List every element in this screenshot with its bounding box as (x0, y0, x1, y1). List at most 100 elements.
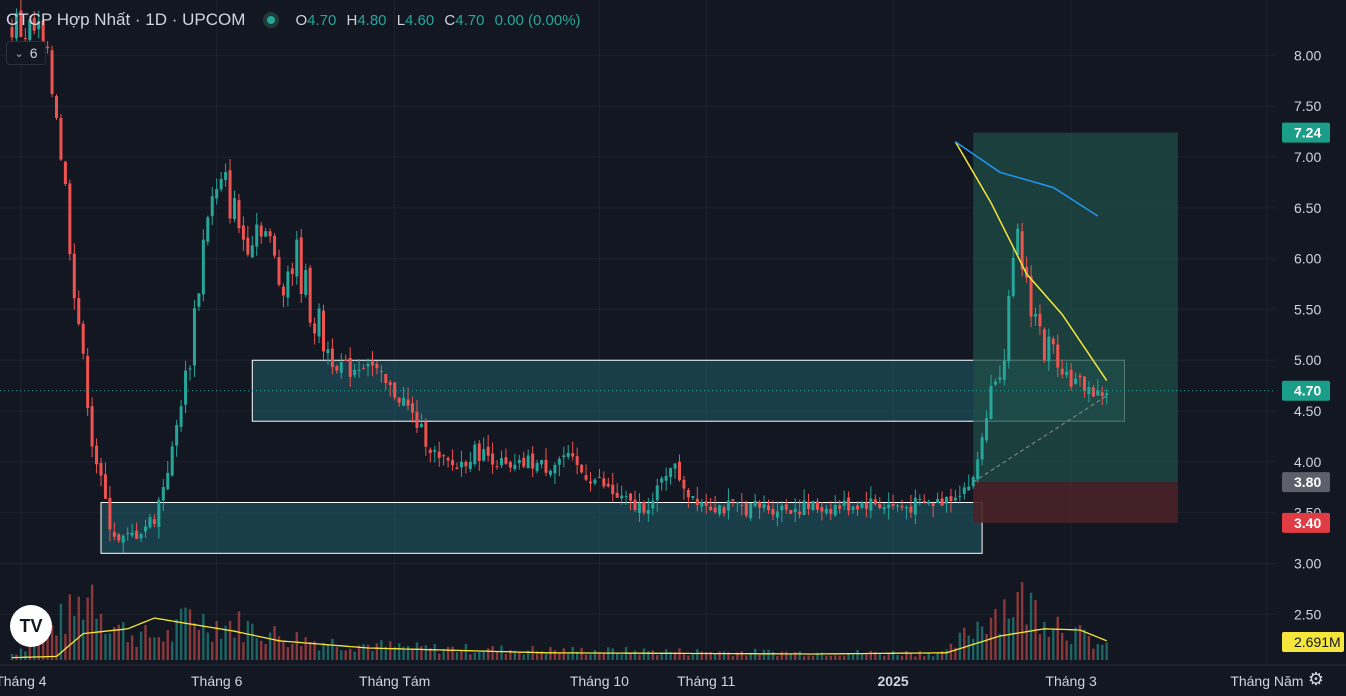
candle-body (99, 462, 103, 476)
candle-body (326, 349, 330, 354)
volume-bar (438, 653, 441, 660)
symbol-title[interactable]: CTCP Hợp Nhất · 1D · UPCOM (6, 10, 245, 30)
volume-bar (785, 651, 788, 660)
volume-bar (1074, 627, 1077, 660)
volume-bar (758, 654, 761, 660)
candle-body (758, 502, 762, 508)
volume-bar (193, 622, 196, 660)
volume-bar (326, 645, 330, 660)
candle-body (873, 499, 877, 505)
candle-body (366, 364, 370, 367)
tradingview-logo[interactable]: TV (10, 605, 52, 647)
volume-bar (135, 646, 138, 660)
volume-bar (255, 638, 258, 660)
price-chart[interactable]: 8.007.507.006.506.005.505.004.504.003.50… (0, 0, 1346, 696)
candle-body (682, 479, 686, 489)
candle-body (144, 526, 147, 532)
candle-body (473, 444, 477, 465)
volume-bar (24, 651, 27, 660)
volume-bar (522, 654, 525, 660)
volume-bar (891, 650, 895, 660)
volume-bar (420, 646, 423, 660)
candle-body (909, 506, 913, 513)
candle-body (864, 502, 868, 509)
candle-body (455, 467, 459, 470)
candle-body (246, 237, 250, 255)
candle-body (602, 478, 606, 487)
candle-body (762, 504, 766, 508)
volume-bar (544, 653, 548, 660)
candle-body (993, 381, 997, 385)
volume-bar (64, 633, 67, 660)
candle-body (259, 225, 263, 237)
volume-bar (958, 632, 962, 660)
volume-bar (789, 654, 792, 660)
candle-body (250, 245, 254, 258)
volume-bar (869, 650, 873, 660)
volume-bar (562, 648, 565, 660)
volume-bar (647, 651, 650, 660)
volume-bar (860, 653, 864, 660)
candle-body (504, 457, 508, 464)
candle-body (771, 509, 775, 515)
volume-bar (518, 651, 521, 660)
volume-bar (206, 632, 209, 660)
candle-body (188, 368, 192, 370)
volume-bar (1087, 635, 1091, 660)
candle-body (615, 492, 619, 498)
volume-bar (371, 650, 374, 660)
volume-bar (166, 630, 169, 660)
candle-body (406, 399, 410, 406)
volume-bar (1038, 634, 1042, 660)
volume-bar (451, 646, 454, 660)
volume-bar (224, 625, 227, 660)
candle-body (103, 474, 107, 499)
gear-icon[interactable]: ⚙ (1305, 668, 1327, 690)
volume-bar (411, 648, 414, 660)
candle-body (842, 500, 846, 506)
price-label-text: 4.70 (1294, 383, 1321, 399)
candle-body (344, 359, 348, 361)
candle-body (59, 118, 63, 160)
high-key: H (346, 11, 358, 29)
volume-bar (945, 649, 948, 660)
candle-body (175, 425, 179, 446)
volume-bar (923, 656, 926, 660)
volume-bar (153, 637, 156, 660)
indicators-toggle-button[interactable]: ⌄ 6 (6, 41, 46, 65)
volume-bar (994, 609, 997, 660)
chart-header: CTCP Hợp Nhất · 1D · UPCOM O4.70 H4.80 L… (6, 10, 587, 30)
volume-bar (495, 651, 499, 660)
candle-body (945, 496, 948, 504)
volume-bar (415, 642, 419, 660)
candle-body (544, 459, 548, 473)
candle-body (553, 464, 557, 474)
candle-body (740, 504, 744, 506)
candle-body (192, 308, 196, 366)
volume-bar (277, 636, 281, 660)
volume-bar (139, 631, 143, 660)
volume-bar (504, 653, 508, 660)
volume-bar (936, 653, 939, 660)
candle-body (749, 503, 753, 519)
candle-body (780, 505, 784, 511)
candle-body (348, 357, 352, 377)
volume-bar (549, 647, 552, 660)
candle-body (273, 236, 277, 256)
volume-bar (1069, 644, 1073, 660)
volume-bar (197, 629, 201, 660)
volume-bar (389, 641, 392, 660)
volume-bar (633, 650, 637, 660)
candle-body (170, 446, 174, 476)
candle-body (237, 200, 241, 229)
volume-bar (825, 655, 828, 660)
candle-body (281, 286, 285, 296)
y-tick-label: 7.50 (1294, 98, 1321, 114)
candle-body (1105, 393, 1109, 396)
price-label-text: 7.24 (1294, 125, 1321, 141)
volume-bar (233, 637, 236, 660)
candle-body (513, 464, 517, 469)
volume-bar (616, 653, 619, 660)
volume-bar (491, 645, 494, 660)
volume-bar (794, 651, 797, 660)
